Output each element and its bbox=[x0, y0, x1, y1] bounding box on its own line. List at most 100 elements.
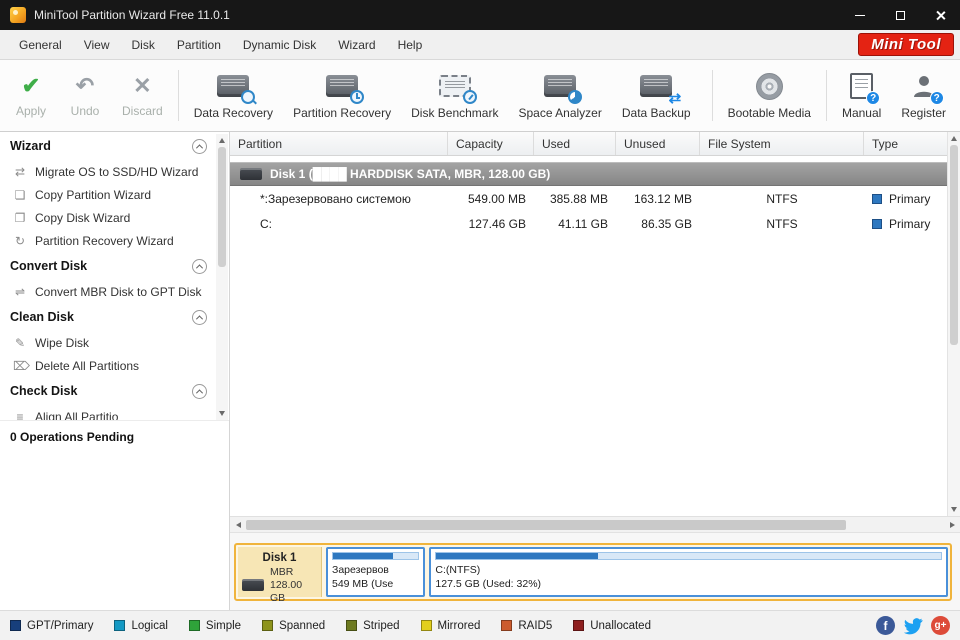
scrollbar-thumb[interactable] bbox=[218, 147, 226, 267]
column-file-system[interactable]: File System bbox=[700, 132, 864, 155]
manual-button[interactable]: ? Manual bbox=[832, 60, 891, 131]
partition-size: 127.5 GB (Used: 32%) bbox=[435, 577, 542, 590]
scroll-up-icon[interactable] bbox=[219, 138, 225, 143]
file-system-value: NTFS bbox=[766, 216, 798, 231]
minitool-logo[interactable]: Mini Tool bbox=[858, 33, 954, 56]
app-icon bbox=[10, 7, 26, 23]
facebook-icon[interactable]: f bbox=[876, 616, 895, 635]
sidebar-item-delete-all-partitions[interactable]: ⌦ Delete All Partitions bbox=[0, 354, 215, 377]
sidebar-section-clean-disk[interactable]: Clean Disk bbox=[0, 303, 215, 331]
legend-unallocated: Unallocated bbox=[573, 620, 651, 632]
bootable-media-button[interactable]: Bootable Media bbox=[718, 60, 821, 131]
register-button[interactable]: ? Register bbox=[891, 60, 956, 131]
register-label: Register bbox=[901, 106, 946, 120]
usage-bar bbox=[332, 551, 420, 560]
partition-recovery-label: Partition Recovery bbox=[293, 106, 392, 120]
legend-color-swatch bbox=[420, 620, 432, 631]
sidebar-item-align-all-partitions[interactable]: ≡ Align All Partitio bbox=[0, 405, 215, 421]
space-analyzer-button[interactable]: Space Analyzer bbox=[508, 60, 611, 131]
legend-label: Unallocated bbox=[590, 619, 651, 632]
column-partition[interactable]: Partition bbox=[230, 132, 448, 155]
menu-disk[interactable]: Disk bbox=[121, 30, 166, 59]
item-label: Copy Disk Wizard bbox=[35, 210, 131, 225]
collapse-chevron-icon[interactable] bbox=[192, 309, 207, 325]
table-row-system-reserved[interactable]: *:Зарезервовано системою 549.00 MB 385.8… bbox=[230, 186, 947, 211]
sidebar-item-copy-disk[interactable]: ❐ Copy Disk Wizard bbox=[0, 206, 215, 229]
sidebar-item-partition-recovery[interactable]: ↻ Partition Recovery Wizard bbox=[0, 229, 215, 252]
scroll-down-icon[interactable] bbox=[951, 507, 957, 512]
item-label: Wipe Disk bbox=[35, 335, 90, 350]
sidebar-section-check-disk[interactable]: Check Disk bbox=[0, 377, 215, 405]
maximize-button[interactable] bbox=[880, 0, 920, 30]
table-empty-space bbox=[230, 236, 947, 516]
usage-fill bbox=[333, 552, 393, 559]
maximize-icon bbox=[895, 10, 905, 20]
column-used[interactable]: Used bbox=[534, 132, 616, 155]
bootable-media-disc-icon bbox=[755, 71, 783, 101]
collapse-chevron-icon[interactable] bbox=[192, 138, 207, 154]
section-title: Convert Disk bbox=[10, 259, 88, 273]
scroll-down-icon[interactable] bbox=[219, 411, 225, 416]
scrollbar-thumb[interactable] bbox=[246, 519, 847, 530]
partition-recovery-button[interactable]: Partition Recovery bbox=[283, 60, 401, 131]
scrollbar-thumb[interactable] bbox=[950, 145, 958, 345]
scroll-right-icon[interactable] bbox=[944, 517, 960, 532]
window-controls bbox=[840, 0, 960, 30]
disk-1-banner-row[interactable]: Disk 1 (████ HARDDISK SATA, MBR, 128.00 … bbox=[230, 162, 947, 186]
partition-label: C:(NTFS) bbox=[435, 563, 481, 576]
close-icon bbox=[935, 10, 946, 21]
item-label: Convert MBR Disk to GPT Disk bbox=[35, 284, 202, 299]
legend-label: RAID5 bbox=[518, 619, 553, 632]
item-label: Align All Partitio bbox=[35, 409, 119, 421]
table-row-c-drive[interactable]: C: 127.46 GB 41.11 GB 86.35 GB NTFS Prim… bbox=[230, 211, 947, 236]
align-partitions-icon: ≡ bbox=[16, 409, 24, 421]
sidebar-scrollbar[interactable] bbox=[216, 134, 228, 420]
collapse-chevron-icon[interactable] bbox=[192, 383, 207, 399]
space-analyzer-icon bbox=[544, 71, 583, 104]
discard-button[interactable]: ✕ Discard bbox=[112, 60, 173, 131]
menu-wizard[interactable]: Wizard bbox=[327, 30, 386, 59]
sidebar-item-migrate-os[interactable]: ⇄ Migrate OS to SSD/HD Wizard bbox=[0, 160, 215, 183]
partition-block-system-reserved[interactable]: Зарезервов 549 MB (Use bbox=[326, 546, 426, 597]
sidebar-item-copy-partition[interactable]: ❏ Copy Partition Wizard bbox=[0, 183, 215, 206]
disk-1-map-block[interactable]: Disk 1 MBR 128.00 GB bbox=[238, 546, 322, 604]
scroll-left-icon[interactable] bbox=[230, 517, 246, 532]
convert-disk-icon: ⇌ bbox=[14, 284, 26, 299]
partition-recovery-wizard-icon: ↻ bbox=[14, 233, 26, 248]
data-backup-button[interactable]: ⇄ Data Backup bbox=[612, 60, 701, 131]
google-plus-icon[interactable]: g+ bbox=[931, 616, 950, 635]
close-button[interactable] bbox=[920, 0, 960, 30]
collapse-chevron-icon[interactable] bbox=[192, 258, 207, 274]
undo-label: Undo bbox=[70, 104, 100, 118]
menu-view[interactable]: View bbox=[73, 30, 121, 59]
scroll-up-icon[interactable] bbox=[951, 136, 957, 141]
disk-benchmark-button[interactable]: Disk Benchmark bbox=[401, 60, 508, 131]
column-type[interactable]: Type bbox=[864, 132, 947, 155]
data-recovery-button[interactable]: Data Recovery bbox=[184, 60, 283, 131]
sidebar-item-convert-mbr-gpt[interactable]: ⇌ Convert MBR Disk to GPT Disk bbox=[0, 280, 215, 303]
menu-general[interactable]: General bbox=[8, 30, 73, 59]
apply-check-icon: ✔ bbox=[21, 73, 41, 98]
table-horizontal-scrollbar[interactable] bbox=[230, 516, 960, 532]
twitter-icon[interactable] bbox=[903, 616, 923, 636]
column-capacity[interactable]: Capacity bbox=[448, 132, 534, 155]
partition-block-c-drive[interactable]: C:(NTFS) 127.5 GB (Used: 32%) bbox=[429, 546, 948, 597]
table-vertical-scrollbar[interactable] bbox=[947, 132, 960, 516]
minimize-button[interactable] bbox=[840, 0, 880, 30]
menu-dynamic-disk[interactable]: Dynamic Disk bbox=[232, 30, 327, 59]
sidebar-item-wipe-disk[interactable]: ✎ Wipe Disk bbox=[0, 331, 215, 354]
menu-help[interactable]: Help bbox=[387, 30, 434, 59]
item-label: Copy Partition Wizard bbox=[35, 187, 152, 202]
legend-color-swatch bbox=[501, 620, 513, 631]
undo-button[interactable]: ↶ Undo bbox=[58, 60, 112, 131]
column-unused[interactable]: Unused bbox=[616, 132, 700, 155]
menu-partition[interactable]: Partition bbox=[166, 30, 232, 59]
legend-label: Spanned bbox=[279, 619, 326, 632]
discard-x-icon: ✕ bbox=[133, 73, 152, 98]
sidebar-section-wizard[interactable]: Wizard bbox=[0, 132, 215, 160]
sidebar-section-convert-disk[interactable]: Convert Disk bbox=[0, 252, 215, 280]
apply-button[interactable]: ✔ Apply bbox=[4, 60, 58, 131]
legend-logical: Logical bbox=[114, 620, 168, 632]
legend-mirrored: Mirrored bbox=[420, 620, 480, 632]
primary-type-icon bbox=[872, 193, 882, 204]
